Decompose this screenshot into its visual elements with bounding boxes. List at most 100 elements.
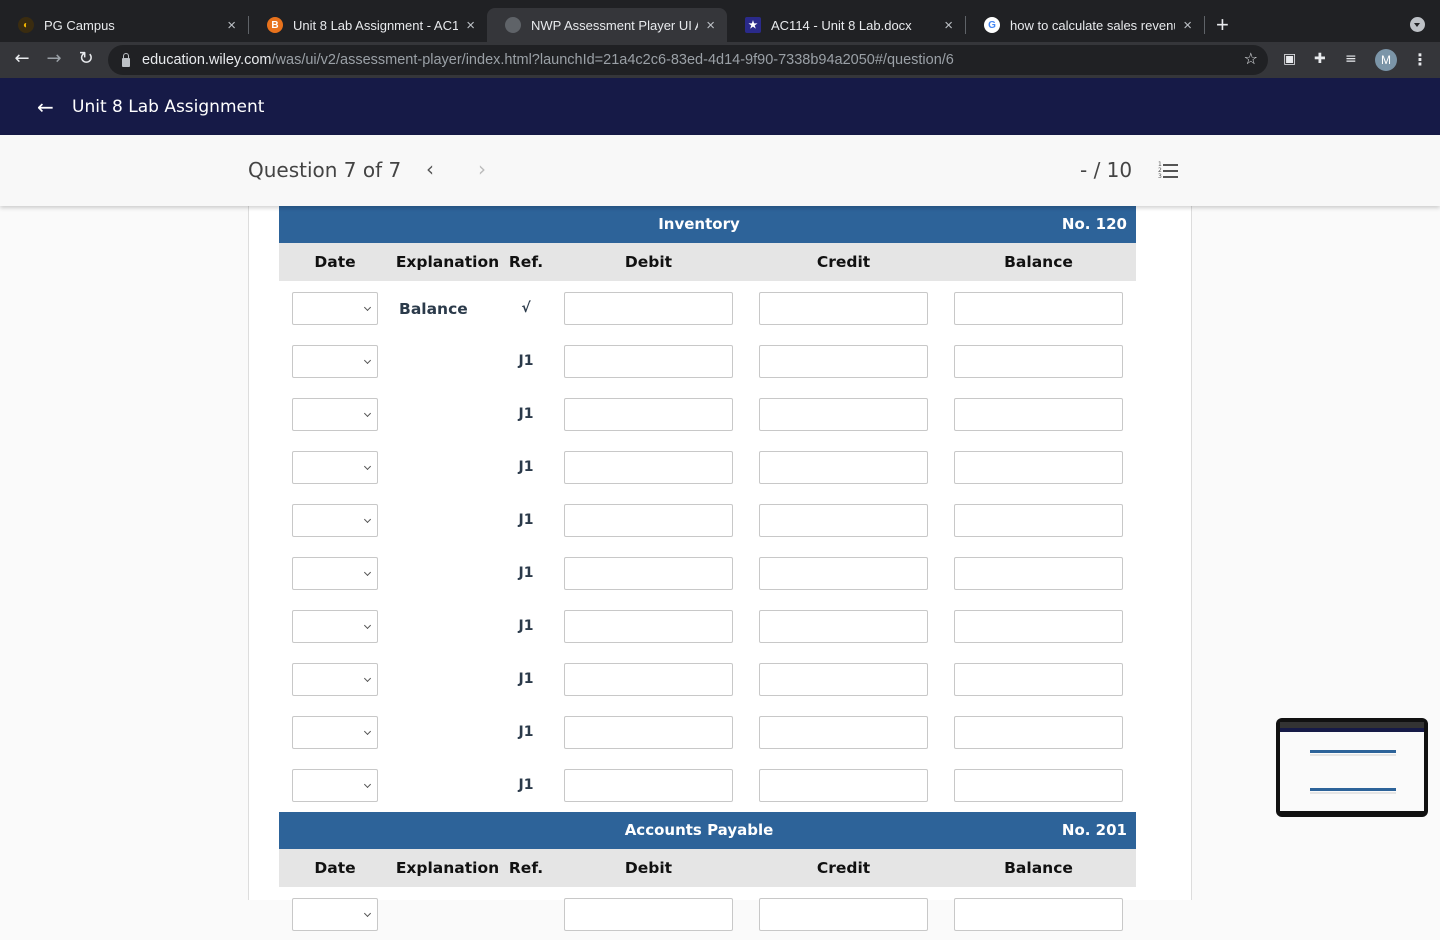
ledger-row — [279, 887, 1136, 940]
browser-tab-strip: ◐ PG Campus × B Unit 8 Lab Assignment - … — [0, 0, 1440, 42]
reload-icon[interactable]: ↻ — [74, 48, 98, 69]
browser-tab-pg-campus[interactable]: ◐ PG Campus × — [0, 8, 248, 42]
debit-input[interactable] — [564, 769, 733, 802]
debit-input[interactable] — [564, 716, 733, 749]
ledger-row: J1 — [279, 546, 1136, 599]
date-select[interactable] — [292, 345, 378, 378]
ledger-row: J1 — [279, 758, 1136, 811]
column-header-debit: Debit — [624, 253, 673, 271]
google-icon: G — [984, 17, 1000, 33]
debit-input[interactable] — [564, 898, 733, 931]
ref-text: J1 — [518, 512, 534, 528]
column-header-explanation: Explanation — [395, 859, 500, 877]
puzzle-extensions-icon[interactable]: ✚ — [1314, 51, 1326, 67]
balance-input[interactable] — [954, 716, 1123, 749]
credit-input[interactable] — [759, 898, 928, 931]
balance-input[interactable] — [954, 610, 1123, 643]
balance-input[interactable] — [954, 769, 1123, 802]
debit-input[interactable] — [564, 398, 733, 431]
debit-input[interactable] — [564, 451, 733, 484]
ledger-inventory: Inventory No. 120 Date Explanation Ref. … — [279, 206, 1136, 811]
ref-text: J1 — [518, 459, 534, 475]
page-thumbnail-preview[interactable] — [1276, 718, 1428, 817]
balance-input[interactable] — [954, 663, 1123, 696]
profile-avatar[interactable]: M — [1375, 49, 1397, 71]
url-host: education.wiley.com — [142, 52, 272, 68]
date-select[interactable] — [292, 898, 378, 931]
credit-input[interactable] — [759, 451, 928, 484]
back-arrow-icon[interactable]: ← — [37, 95, 59, 119]
column-header-ref: Ref. — [508, 253, 544, 271]
forward-icon[interactable]: → — [42, 48, 66, 69]
credit-input[interactable] — [759, 345, 928, 378]
ledger-row: J1 — [279, 652, 1136, 705]
browser-tab-nwp-player[interactable]: NWP Assessment Player UI App × — [487, 8, 727, 42]
balance-input[interactable] — [954, 504, 1123, 537]
ledger-row: Balance √ — [279, 281, 1136, 334]
date-select[interactable] — [292, 716, 378, 749]
date-select[interactable] — [292, 504, 378, 537]
debit-input[interactable] — [564, 663, 733, 696]
date-select[interactable] — [292, 610, 378, 643]
credit-input[interactable] — [759, 557, 928, 590]
bookmark-star-icon[interactable]: ☆ — [1244, 49, 1258, 68]
credit-input[interactable] — [759, 398, 928, 431]
debit-input[interactable] — [564, 292, 733, 325]
close-tab-icon[interactable]: × — [944, 17, 953, 34]
browser-tab-google-search[interactable]: G how to calculate sales revenue × — [966, 8, 1204, 42]
balance-input[interactable] — [954, 898, 1123, 931]
browser-menu-icon[interactable]: ⋮ — [1412, 50, 1428, 69]
date-select[interactable] — [292, 292, 378, 325]
debit-input[interactable] — [564, 557, 733, 590]
credit-input[interactable] — [759, 504, 928, 537]
column-header-ref: Ref. — [508, 859, 544, 877]
media-queue-icon[interactable]: ≡ — [1345, 51, 1357, 67]
column-header-balance: Balance — [1004, 859, 1073, 877]
ledger-row: J1 — [279, 705, 1136, 758]
ref-text: J1 — [518, 618, 534, 634]
explanation-text: Balance — [399, 300, 468, 318]
pg-campus-icon: ◐ — [18, 17, 34, 33]
credit-input[interactable] — [759, 716, 928, 749]
close-tab-icon[interactable]: × — [1183, 17, 1192, 34]
balance-input[interactable] — [954, 345, 1123, 378]
date-select[interactable] — [292, 663, 378, 696]
debit-input[interactable] — [564, 345, 733, 378]
tab-search-icon[interactable] — [1410, 17, 1425, 32]
new-tab-button[interactable]: + — [1216, 12, 1229, 38]
balance-input[interactable] — [954, 398, 1123, 431]
date-select[interactable] — [292, 398, 378, 431]
next-question-button[interactable]: › — [478, 157, 486, 181]
credit-input[interactable] — [759, 292, 928, 325]
balance-input[interactable] — [954, 292, 1123, 325]
ref-text: J1 — [518, 724, 534, 740]
app-header: ← Unit 8 Lab Assignment — [0, 78, 1440, 135]
date-select[interactable] — [292, 451, 378, 484]
close-tab-icon[interactable]: × — [706, 17, 715, 34]
ledger-row: J1 — [279, 599, 1136, 652]
debit-input[interactable] — [564, 610, 733, 643]
question-list-icon[interactable]: 123 — [1158, 162, 1178, 180]
question-counter: Question 7 of 7 — [248, 158, 402, 182]
credit-input[interactable] — [759, 769, 928, 802]
column-header-explanation: Explanation — [395, 253, 500, 271]
balance-input[interactable] — [954, 557, 1123, 590]
close-tab-icon[interactable]: × — [227, 17, 236, 34]
column-header-balance: Balance — [1004, 253, 1073, 271]
credit-input[interactable] — [759, 610, 928, 643]
back-icon[interactable]: ← — [10, 48, 34, 69]
browser-tab-unit8-lab[interactable]: B Unit 8 Lab Assignment - AC114 × — [249, 8, 487, 42]
address-bar[interactable]: education.wiley.com/was/ui/v2/assessment… — [108, 45, 1268, 75]
browser-tab-ac114-doc[interactable]: ★ AC114 - Unit 8 Lab.docx × — [727, 8, 965, 42]
ledger-row: J1 — [279, 440, 1136, 493]
previous-question-button[interactable]: ‹ — [426, 157, 434, 181]
ledger-row: J1 — [279, 493, 1136, 546]
date-select[interactable] — [292, 769, 378, 802]
credit-input[interactable] — [759, 663, 928, 696]
close-tab-icon[interactable]: × — [466, 17, 475, 34]
debit-input[interactable] — [564, 504, 733, 537]
date-select[interactable] — [292, 557, 378, 590]
extension-icon[interactable]: ▣ — [1283, 51, 1296, 67]
balance-input[interactable] — [954, 451, 1123, 484]
ref-text: J1 — [518, 565, 534, 581]
